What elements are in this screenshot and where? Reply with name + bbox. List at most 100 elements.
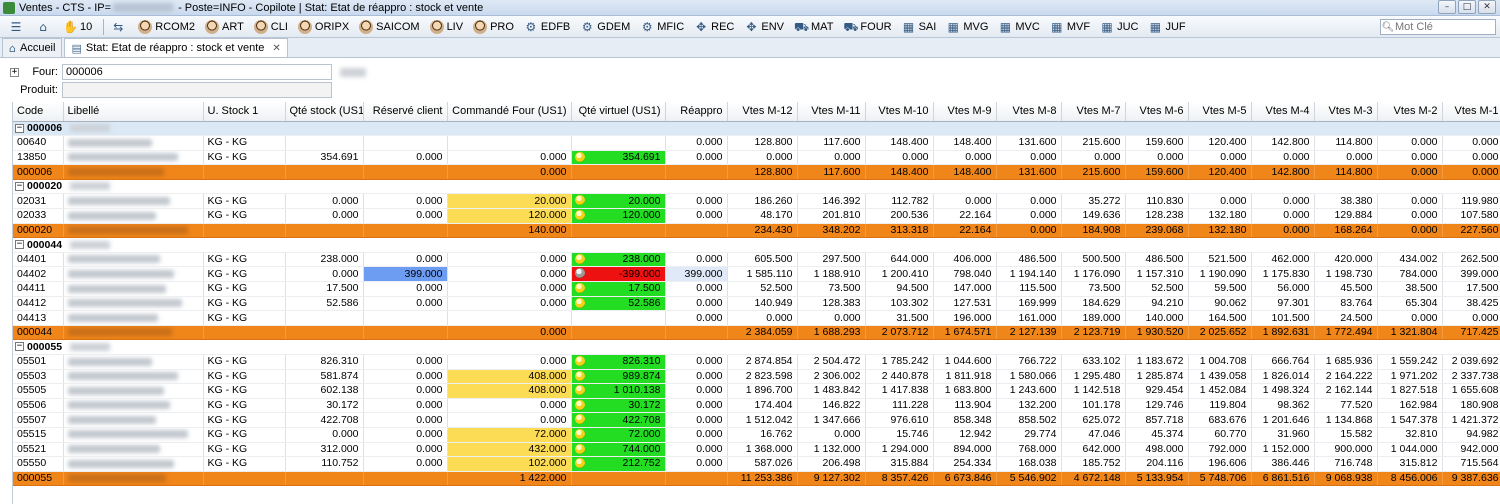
column-header[interactable]: Qté stock (US1) (285, 102, 364, 122)
toolbar-gdem-button[interactable]: ⚙ GDEM (577, 17, 633, 37)
column-header[interactable]: Vtes M-7 (1061, 102, 1126, 122)
column-header[interactable]: Réservé client (363, 102, 448, 122)
column-header[interactable]: Libellé (63, 102, 204, 122)
tab-stat-reappro[interactable]: ▤ Stat: Etat de réappro : stock et vente ✕ (64, 38, 288, 57)
sales-cell: 0.000 (727, 150, 798, 166)
table-row[interactable]: 02031 KG - KG 0.000 0.000 20.000 20.000 0.000 1… (13, 193, 1500, 210)
table-row[interactable]: 04411 KG - KG 17.500 0.000 0.000 17.500 0.000 5… (13, 281, 1500, 297)
column-header[interactable]: U. Stock 1 (203, 102, 286, 122)
table-row[interactable]: 05503 KG - KG 581.874 0.000 408.000 989.874 0.… (13, 369, 1500, 385)
minimize-button[interactable]: – (1438, 0, 1456, 14)
table-row[interactable]: 05521 KG - KG 312.000 0.000 432.000 744.000 0.… (13, 442, 1500, 458)
table-row[interactable]: 05550 KG - KG 110.752 0.000 102.000 212.752 0.… (13, 456, 1500, 472)
table-row[interactable]: 13850 KG - KG 354.691 0.000 0.000 354.691 0.00… (13, 150, 1500, 166)
group-row[interactable]: −000006 (13, 121, 1500, 137)
home-button[interactable]: ⌂ (33, 17, 56, 37)
column-header[interactable]: Vtes M-9 (933, 102, 997, 122)
sales-cell: 0.000 (933, 193, 997, 210)
toolbar-juc-button[interactable]: ▦ JUC (1097, 17, 1141, 37)
toolbar-art-button[interactable]: ART (202, 17, 247, 37)
group-row[interactable]: −000020 (13, 179, 1500, 195)
column-header[interactable]: Vtes M-3 (1314, 102, 1378, 122)
column-header[interactable]: Vtes M-2 (1377, 102, 1443, 122)
swap-button[interactable]: ⇆ (108, 17, 131, 37)
group-code: 000055 (27, 340, 63, 353)
subtotal-row[interactable]: 000006 0.000 128.800 117.600 148.400 148.400 1… (13, 164, 1500, 180)
table-row[interactable]: 05515 KG - KG 0.000 0.000 72.000 72.000 0.000 1… (13, 427, 1500, 443)
toolbar-saicom-button[interactable]: SAICOM (356, 17, 422, 37)
toolbar-edfb-button[interactable]: ⚙ EDFB (521, 17, 573, 37)
code-cell: 000006 (13, 164, 64, 180)
four-field[interactable]: 000006 (62, 64, 332, 80)
toolbar-mat-button[interactable]: ⛟ MAT (791, 17, 836, 37)
toolbar-cli-button[interactable]: CLI (251, 17, 291, 37)
libelle-redacted (67, 313, 158, 322)
reserve-cell (363, 310, 448, 326)
sales-cell: 262.500 (1442, 252, 1500, 268)
table-row[interactable]: 05507 KG - KG 422.708 0.000 0.000 422.708 0.00… (13, 412, 1500, 428)
column-header[interactable]: Code (13, 102, 64, 122)
table-row[interactable]: 02033 KG - KG 0.000 0.000 120.000 120.000 0.00… (13, 208, 1500, 224)
produit-field[interactable] (62, 82, 332, 98)
four-name-redacted (340, 67, 366, 77)
toolbar-juf-button[interactable]: ▦ JUF (1145, 17, 1188, 37)
column-header[interactable]: Vtes M-12 (727, 102, 798, 122)
subtotal-row[interactable]: 000020 140.000 234.430 348.202 313.318 22.164… (13, 223, 1500, 239)
column-header[interactable]: Réappro (665, 102, 728, 122)
maximize-button[interactable]: □ (1458, 0, 1476, 14)
sales-cell: 1 483.842 (797, 383, 866, 399)
menu-button[interactable]: ☰ (6, 17, 29, 37)
table-row[interactable]: 04412 KG - KG 52.586 0.000 0.000 52.586 0.000 1… (13, 296, 1500, 312)
table-row[interactable]: 05506 KG - KG 30.172 0.000 0.000 30.172 0.000 1… (13, 398, 1500, 414)
search-box[interactable]: 🔍︎ (1380, 19, 1496, 35)
stock-cell: 422.708 (285, 412, 364, 428)
collapse-group-toggle[interactable]: − (15, 342, 24, 352)
column-header[interactable]: Vtes M-10 (865, 102, 934, 122)
reserve-cell: 0.000 (363, 193, 448, 210)
column-header[interactable]: Qté virtuel (US1) (571, 102, 666, 122)
column-header[interactable]: Vtes M-1 (1442, 102, 1500, 122)
collapse-group-toggle[interactable]: − (15, 181, 24, 191)
libelle-cell (63, 193, 204, 210)
toolbar-rec-button[interactable]: ✥ REC (691, 17, 737, 37)
table-row[interactable]: 04401 KG - KG 238.000 0.000 0.000 238.000 0.00… (13, 252, 1500, 268)
toolbar-mvg-button[interactable]: ▦ MVG (943, 17, 991, 37)
tab-accueil[interactable]: ⌂ Accueil (2, 38, 63, 57)
stock-cell: 238.000 (285, 252, 364, 268)
toolbar-rcom2-button[interactable]: RCOM2 (135, 17, 198, 37)
sales-cell: 605.500 (727, 252, 798, 268)
close-tab-icon[interactable]: ✕ (272, 43, 280, 54)
toolbar-pro-button[interactable]: PRO (470, 17, 517, 37)
toolbar-four-button[interactable]: ⛟ FOUR (840, 17, 894, 37)
toolbar-liv-button[interactable]: LIV (427, 17, 467, 37)
toolbar-oripx-button[interactable]: ORIPX (295, 17, 352, 37)
toolbar-env-button[interactable]: ✥ ENV (741, 17, 787, 37)
table-row[interactable]: 05505 KG - KG 602.138 0.000 408.000 1 010.138… (13, 383, 1500, 399)
toolbar-mfic-button[interactable]: ⚙ MFIC (637, 17, 687, 37)
column-header[interactable]: Vtes M-4 (1251, 102, 1315, 122)
hand-counter[interactable]: ✋ 10 (60, 17, 95, 37)
group-row[interactable]: −000044 (13, 237, 1500, 253)
column-header[interactable]: Commandé Four (US1) (447, 102, 572, 122)
close-window-button[interactable]: ✕ (1478, 0, 1496, 14)
sales-cell: 180.908 (1442, 398, 1500, 414)
expand-filters-toggle[interactable]: + (10, 67, 19, 77)
column-header[interactable]: Vtes M-6 (1125, 102, 1189, 122)
toolbar-mvf-button[interactable]: ▦ MVF (1047, 17, 1093, 37)
subtotal-row[interactable]: 000044 0.000 2 384.059 1 688.293 2 073.712 1 … (13, 325, 1500, 341)
table-row[interactable]: 00640 KG - KG 0.000 128.800 117.600 148.400 14… (13, 135, 1500, 151)
search-input[interactable] (1395, 21, 1493, 33)
column-header[interactable]: Vtes M-8 (996, 102, 1062, 122)
toolbar-mvc-button[interactable]: ▦ MVC (995, 17, 1042, 37)
subtotal-row[interactable]: 000055 1 422.000 11 253.386 9 127.302 8 357.… (13, 471, 1500, 487)
table-row[interactable]: 04402 KG - KG 0.000 399.000 0.000 -399.000 399… (13, 266, 1500, 283)
column-header[interactable]: Vtes M-5 (1188, 102, 1252, 122)
collapse-group-toggle[interactable]: − (15, 240, 24, 250)
table-row[interactable]: 05501 KG - KG 826.310 0.000 0.000 826.310 0.00… (13, 354, 1500, 370)
collapse-group-toggle[interactable]: − (15, 123, 24, 133)
group-row[interactable]: −000055 (13, 339, 1500, 355)
libelle-redacted (67, 299, 182, 308)
column-header[interactable]: Vtes M-11 (797, 102, 866, 122)
table-row[interactable]: 04413 KG - KG 0.000 0.000 0.000 31.500 196.000… (13, 310, 1500, 326)
toolbar-sai-button[interactable]: ▦ SAI (899, 17, 940, 37)
